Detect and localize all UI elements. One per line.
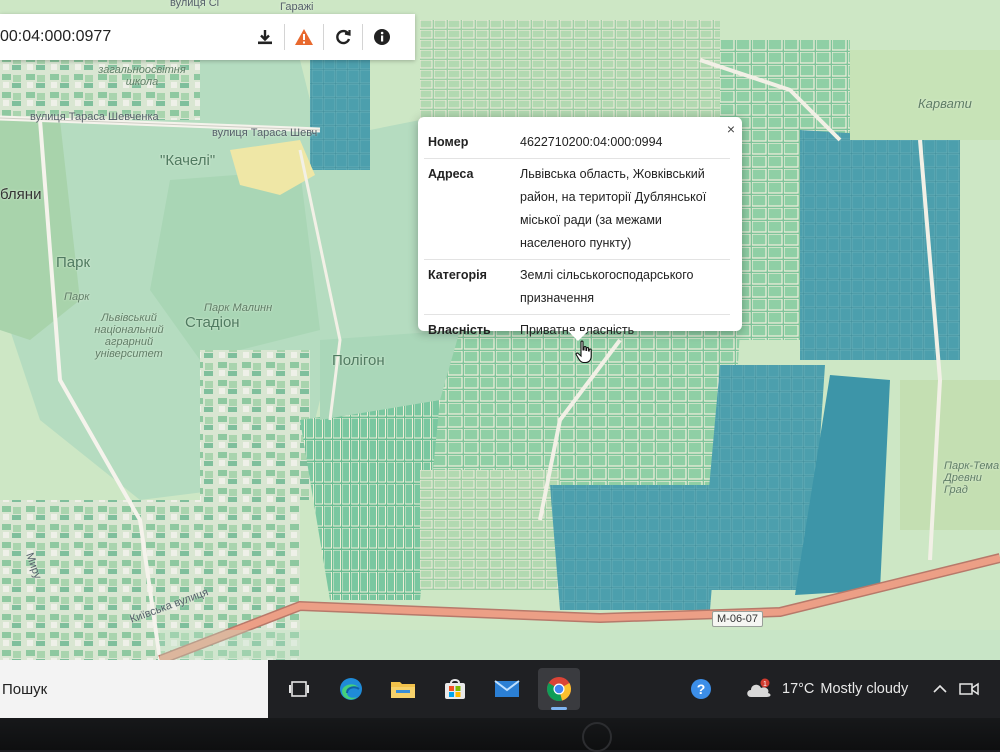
street-label: вулиця Сі [170, 0, 220, 9]
search-input[interactable]: Пошук [2, 681, 47, 698]
park-label: Парк [56, 254, 91, 271]
number-key: Номер [428, 135, 469, 149]
table-row: Адреса Львівська область, Жовківський ра… [424, 158, 730, 260]
system-tray: ? 1 17°C Mostly cloudy [684, 660, 982, 718]
address-key: Адреса [424, 158, 512, 260]
karvaty-label: Карвати [918, 96, 972, 111]
edge-button[interactable] [330, 668, 372, 710]
street-shevchenka-label: вулиця Тараса Шевченка [30, 111, 159, 123]
weather-text[interactable]: 17°C Mostly cloudy [782, 681, 914, 697]
number-value: 4622710200:04:000:0994 [520, 135, 663, 149]
close-icon[interactable]: × [724, 122, 738, 137]
task-view-icon [289, 681, 309, 697]
hp-logo-icon [582, 722, 612, 752]
refresh-button[interactable] [324, 18, 362, 56]
warning-icon [295, 29, 313, 45]
table-row: Категорія Землі сільськогосподарського п… [424, 259, 730, 315]
polygon-label: Полігон [332, 352, 385, 369]
warning-button[interactable] [285, 18, 323, 56]
info-button[interactable] [363, 18, 401, 56]
chevron-up-icon [933, 684, 947, 693]
school-label: загальноосвітня школа [98, 64, 186, 88]
mail-icon [494, 680, 520, 697]
hand-cursor-icon [575, 340, 592, 364]
taskbar-search-box[interactable]: Пошук [0, 660, 268, 718]
ownership-key: Власність [424, 314, 512, 346]
stadium-park-label: Парк Малинн [204, 302, 273, 314]
store-icon [445, 679, 465, 699]
university-label: Львівський національний аграрний універс… [94, 312, 164, 360]
garages-label: Гаражі [280, 1, 314, 13]
parcel-info-popup: × Номер 4622710200:04:000:0994 Адреса Ль… [418, 117, 742, 346]
task-view-button[interactable] [278, 668, 320, 710]
edge-icon [340, 678, 362, 700]
windows-taskbar: Пошук ? 1 17°C Mostly cloudy [0, 660, 1000, 718]
kacheli-label: "Качелі" [160, 152, 216, 169]
info-icon [374, 29, 390, 45]
weather-temp: 17°C [782, 681, 815, 697]
dublyany-label: бляни [0, 186, 42, 203]
svg-text:?: ? [697, 681, 706, 697]
download-icon [258, 30, 272, 45]
browser-viewport: вулиця Сі Гаражі загальноосвітня школа в… [0, 0, 1000, 660]
help-icon: ? [691, 679, 711, 699]
help-button[interactable]: ? [684, 668, 718, 710]
refresh-icon [336, 29, 351, 45]
tray-overflow-button[interactable] [928, 668, 952, 710]
address-value: Львівська область, Жовківський район, на… [512, 158, 730, 260]
park-small-label: Парк [64, 291, 90, 303]
parcel-info-table: Номер 4622710200:04:000:0994 Адреса Льві… [424, 127, 730, 346]
weather-desc: Mostly cloudy [820, 681, 909, 697]
mail-button[interactable] [486, 668, 528, 710]
file-explorer-button[interactable] [382, 668, 424, 710]
highway-shield: М-06-07 [712, 611, 763, 627]
chrome-icon [547, 677, 571, 701]
category-key: Категорія [424, 259, 512, 315]
camera-mic-button[interactable] [956, 668, 982, 710]
chrome-button[interactable] [538, 668, 580, 710]
category-value: Землі сільськогосподарського призначення [512, 259, 730, 315]
monitor-bezel [0, 718, 1000, 752]
microsoft-store-button[interactable] [434, 668, 476, 710]
cloud-icon: 1 [747, 678, 771, 697]
folder-icon [391, 682, 415, 698]
stadium-label: Стадіон [185, 314, 240, 331]
weather-badge: 1 [763, 681, 767, 688]
street-shevchenka-label-2: вулиця Тараса Шевч [212, 127, 318, 139]
download-button[interactable] [246, 18, 284, 56]
cadastral-number-field[interactable]: 00:04:000:0977 [0, 28, 246, 46]
camera-icon [959, 682, 979, 696]
ownership-value: Приватна власність [512, 314, 730, 346]
parcel-toolbar: 00:04:000:0977 [0, 14, 415, 60]
weather-widget[interactable]: 1 [742, 668, 776, 710]
ancient-park-label: Парк-Тема Древни Град [944, 460, 1000, 496]
table-row: Номер 4622710200:04:000:0994 [424, 127, 730, 159]
